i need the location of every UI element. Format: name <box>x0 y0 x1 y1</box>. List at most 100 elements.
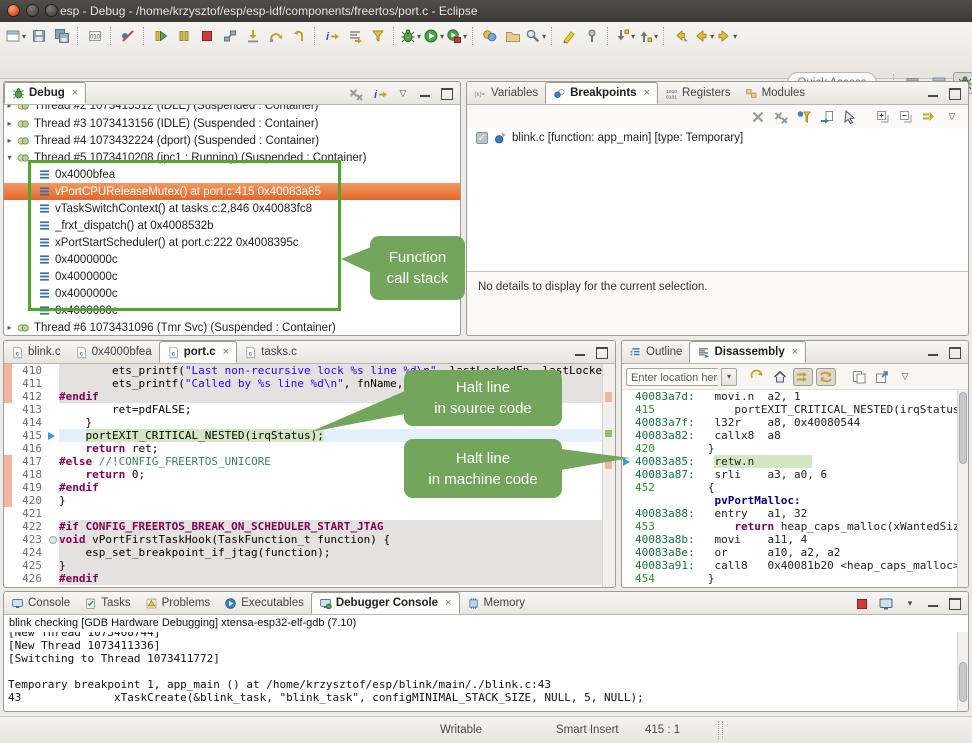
line-number[interactable]: 412 <box>12 390 47 403</box>
breakpoint-grouping-button[interactable] <box>919 108 939 126</box>
source-line-418[interactable]: 418 return 0; <box>4 468 603 481</box>
search-button[interactable]: ▾ <box>524 25 547 47</box>
tab-debug[interactable]: Debug × <box>4 82 86 104</box>
line-number[interactable]: 420 <box>12 494 47 507</box>
line-number[interactable]: 413 <box>12 403 47 416</box>
code-text[interactable]: #endif <box>59 481 603 494</box>
tab-memory[interactable]: Memory <box>460 592 533 614</box>
maximize-button[interactable] <box>438 85 456 103</box>
source-line-425[interactable]: 425} <box>4 559 603 572</box>
source-line-410[interactable]: 410 ets_printf("Last non-recursive lock … <box>4 364 603 377</box>
source-line-417[interactable]: 417#else //!CONFIG_FREERTOS_UNICORE <box>4 455 603 468</box>
chevron-right-icon[interactable]: ▸ <box>4 136 15 145</box>
minimize-button[interactable] <box>924 85 942 103</box>
instruction-stepping-button[interactable] <box>320 25 343 47</box>
line-number[interactable]: 414 <box>12 416 47 429</box>
breakpoint-list-item[interactable]: ✓ blink.c [function: app_main] [type: Te… <box>467 129 968 146</box>
next-annotation-button[interactable]: ▾ <box>613 25 636 47</box>
source-line-426[interactable]: 426#endif <box>4 572 603 585</box>
external-tools-button[interactable]: ▾ <box>445 25 468 47</box>
thread-row[interactable]: ▾Thread #5 1073410208 (ipc1 : Running) (… <box>4 149 460 166</box>
step-over-button[interactable] <box>264 25 287 47</box>
breakpoint-checkbox[interactable]: ✓ <box>476 132 488 144</box>
minimize-button[interactable] <box>924 595 942 613</box>
stack-frame-row[interactable]: xPortStartScheduler() at port.c:222 0x40… <box>4 234 460 251</box>
skip-all-breakpoints-button[interactable] <box>840 108 860 126</box>
disassembly-line[interactable]: pvPortMalloc: <box>622 494 958 507</box>
source-line-422[interactable]: 422#if CONFIG_FREERTOS_BREAK_ON_SCHEDULE… <box>4 520 603 533</box>
chevron-down-icon[interactable]: ▾ <box>4 153 15 162</box>
tab-tasks[interactable]: Tasks <box>77 592 137 614</box>
source-line-415[interactable]: 415 portEXIT_CRITICAL_NESTED(irqStatus); <box>4 429 603 442</box>
line-number[interactable]: 425 <box>12 559 47 572</box>
expand-all-button[interactable] <box>873 108 893 126</box>
console-scrollbar[interactable] <box>957 632 968 711</box>
code-text[interactable]: #if CONFIG_FREERTOS_BREAK_ON_SCHEDULER_S… <box>59 520 603 533</box>
source-line-421[interactable]: 421 <box>4 507 603 520</box>
line-number[interactable]: 418 <box>12 468 47 481</box>
line-number[interactable]: 417 <box>12 455 47 468</box>
code-text[interactable]: ets_printf("Called by %s line %d\n", fnN… <box>59 377 603 390</box>
run-button[interactable]: ▾ <box>422 25 445 47</box>
view-menu-button[interactable]: ▽ <box>895 368 915 386</box>
close-icon[interactable]: × <box>644 87 650 99</box>
tab-problems[interactable]: Problems <box>138 592 218 614</box>
disassembly-line[interactable]: or a2, a10, a10 <box>622 585 958 587</box>
code-text[interactable]: ets_printf("Last non-recursive lock %s l… <box>59 364 603 377</box>
scrollbar-thumb[interactable] <box>959 392 967 464</box>
go-to-file-for-breakpoint-button[interactable] <box>817 108 837 126</box>
thread-row[interactable]: ▸Thread #6 1073431096 (Tmr Svc) (Suspend… <box>4 319 460 335</box>
open-new-view-button[interactable] <box>849 368 869 386</box>
disassembly-listing[interactable]: 40083a7d: movi.n a2, 1415 portEXIT_CRITI… <box>622 390 958 587</box>
back-button[interactable]: ▾ <box>692 25 715 47</box>
disassembly-line[interactable]: 40083a8e: or a10, a2, a2 <box>622 546 958 559</box>
mark-occurrences-button[interactable] <box>557 25 580 47</box>
open-resource-button[interactable] <box>501 25 524 47</box>
tab-blink-c[interactable]: blink.c <box>4 341 68 363</box>
disassembly-scrollbar[interactable] <box>957 390 968 587</box>
source-line-411[interactable]: 411 ets_printf("Called by %s line %d\n",… <box>4 377 603 390</box>
code-text[interactable]: } <box>59 494 603 507</box>
collapse-all-button[interactable] <box>896 108 916 126</box>
chevron-right-icon[interactable]: ▸ <box>4 105 15 110</box>
instruction-stepping-mode-button[interactable] <box>370 85 390 103</box>
close-icon[interactable]: × <box>223 346 229 358</box>
disassembly-line[interactable]: 415 portEXIT_CRITICAL_NESTED(irqStatus) <box>622 403 958 416</box>
view-menu-button[interactable]: ▽ <box>942 108 962 126</box>
terminate-button[interactable] <box>195 25 218 47</box>
last-edit-location-button[interactable] <box>669 25 692 47</box>
previous-annotation-button[interactable]: ▾ <box>636 25 659 47</box>
disassembly-line[interactable]: 40083a7f: l32r a8, 0x40080544 <box>622 416 958 429</box>
maximize-button[interactable] <box>946 85 964 103</box>
close-icon[interactable]: × <box>72 87 78 99</box>
code-text[interactable]: ret=pdFALSE; <box>59 403 603 416</box>
console-output[interactable]: [New Thread 1073468744][New Thread 10734… <box>4 632 958 711</box>
tab-variables[interactable]: Variables <box>467 82 545 104</box>
line-number[interactable]: 423 <box>12 533 47 546</box>
disassembly-line[interactable]: 40083a82: callx8 a8 <box>622 429 958 442</box>
tab-console[interactable]: Console <box>4 592 77 614</box>
go-to-pc-home-button[interactable] <box>770 368 790 386</box>
save-all-button[interactable] <box>50 25 73 47</box>
tab-breakpoints[interactable]: Breakpoints× <box>545 82 658 104</box>
remove-all-terminated-button[interactable] <box>346 85 366 103</box>
line-number[interactable]: 419 <box>12 481 47 494</box>
tab-0x4000bfea[interactable]: 0x4000bfea <box>68 341 159 363</box>
tab-tasks-c[interactable]: tasks.c <box>237 341 304 363</box>
chevron-right-icon[interactable]: ▸ <box>4 119 15 128</box>
disassembly-line[interactable]: 40083a7d: movi.n a2, 1 <box>622 390 958 403</box>
code-text[interactable]: return 0; <box>59 468 603 481</box>
code-text[interactable]: void vPortFirstTaskHook(TaskFunction_t f… <box>59 533 603 546</box>
save-button[interactable] <box>27 25 50 47</box>
stack-frame-row[interactable]: vTaskSwitchContext() at tasks.c:2,846 0x… <box>4 200 460 217</box>
step-into-button[interactable] <box>241 25 264 47</box>
console-dropdown-button[interactable]: ▾ <box>900 595 920 613</box>
minimize-button[interactable] <box>571 344 589 362</box>
source-line-424[interactable]: 424 esp_set_breakpoint_if_jtag(function)… <box>4 546 603 559</box>
show-console-output-button[interactable] <box>343 25 366 47</box>
disassembly-line[interactable]: 40083a91: call8 0x40081b20 <heap_caps_ma… <box>622 559 958 572</box>
code-text[interactable]: esp_set_breakpoint_if_jtag(function); <box>59 546 603 559</box>
track-expression-button[interactable] <box>793 368 813 386</box>
new-binary-button[interactable] <box>83 25 106 47</box>
code-text[interactable]: portEXIT_CRITICAL_NESTED(irqStatus); <box>59 429 603 442</box>
